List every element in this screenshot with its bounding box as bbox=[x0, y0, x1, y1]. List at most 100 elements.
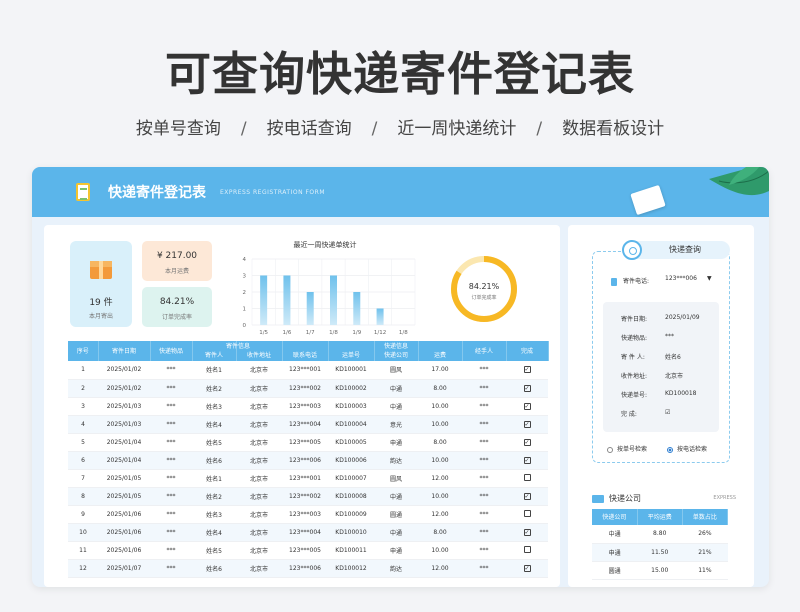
donut-label: 订单完成率 bbox=[471, 294, 496, 301]
completed-checkbox[interactable]: ✓ bbox=[523, 456, 531, 464]
completed-checkbox[interactable]: ✓ bbox=[523, 402, 531, 410]
table-cell: 123***005 bbox=[282, 433, 328, 452]
table-cell: *** bbox=[462, 487, 506, 506]
courier-tag: EXPRESS bbox=[713, 495, 736, 501]
table-cell: 2 bbox=[68, 379, 98, 398]
table-row: 8 2025/01/05 *** 姓名2 北京市 123***002 KD100008 中通 1… bbox=[68, 487, 548, 506]
completed-checkbox[interactable] bbox=[523, 545, 531, 553]
courier-cell: 圆通 bbox=[592, 561, 638, 580]
table-row: 7 2025/01/05 *** 姓名1 北京市 123***001 KD100007 圆风 1… bbox=[68, 469, 548, 488]
table-cell: 2025/01/04 bbox=[98, 433, 150, 452]
completed-checkbox[interactable]: ✓ bbox=[523, 564, 531, 572]
chevron-down-icon[interactable]: ▼ bbox=[707, 275, 712, 282]
x-tick-label: 1/12 bbox=[374, 330, 386, 336]
table-cell: 圆风 bbox=[374, 361, 418, 380]
registration-table: 序号 寄件日期 快递物品 寄件信息 寄件人 收件地址 联系电话 运单号 快递信息… bbox=[68, 341, 549, 578]
table-cell: 中通 bbox=[374, 523, 418, 542]
table-cell: 中通 bbox=[374, 397, 418, 416]
table-row: 5 2025/01/04 *** 姓名5 北京市 123***005 KD100005 申通 8… bbox=[68, 433, 548, 452]
detail-value: ☑ bbox=[665, 409, 671, 416]
table-cell: 2025/01/03 bbox=[98, 415, 150, 434]
completed-checkbox[interactable]: ✓ bbox=[523, 384, 531, 392]
table-cell: 8 bbox=[68, 487, 98, 506]
table-cell: 123***004 bbox=[282, 523, 328, 542]
completed-checkbox[interactable] bbox=[523, 473, 531, 481]
table-cell: KD100009 bbox=[328, 505, 374, 524]
completed-checkbox[interactable]: ✓ bbox=[523, 438, 531, 446]
table-cell: KD100005 bbox=[328, 433, 374, 452]
col-header-phone: 联系电话 bbox=[282, 341, 329, 361]
table-cell: *** bbox=[462, 379, 506, 398]
completed-checkbox[interactable] bbox=[523, 509, 531, 517]
radio-by-order[interactable]: 按单号检索 bbox=[607, 444, 647, 453]
courier-row: 中通 8.80 26% bbox=[592, 525, 728, 544]
detail-label: 收件地址: bbox=[621, 373, 648, 380]
table-cell: 2025/01/06 bbox=[98, 505, 150, 524]
table-cell: 6 bbox=[68, 451, 98, 470]
group-header-express-info: 快递信息 bbox=[383, 343, 408, 350]
x-tick-label: 1/6 bbox=[282, 330, 291, 336]
table-cell: 北京市 bbox=[236, 505, 282, 524]
table-cell: 韵达 bbox=[374, 451, 418, 470]
table-cell: 8.00 bbox=[418, 523, 462, 542]
table-cell: *** bbox=[150, 415, 192, 434]
table-cell: 11 bbox=[68, 541, 98, 560]
table-cell: ✓ bbox=[506, 433, 548, 452]
detail-value: KD100018 bbox=[665, 390, 697, 397]
truck-icon bbox=[592, 494, 604, 503]
header-banner: 快递寄件登记表 EXPRESS REGISTRATION FORM bbox=[32, 167, 769, 217]
completed-checkbox[interactable]: ✓ bbox=[523, 420, 531, 428]
completed-checkbox[interactable]: ✓ bbox=[523, 366, 531, 374]
table-cell: 2025/01/03 bbox=[98, 397, 150, 416]
table-cell: *** bbox=[150, 469, 192, 488]
table-cell: ✓ bbox=[506, 415, 548, 434]
table-cell: *** bbox=[462, 451, 506, 470]
table-cell: 2025/01/05 bbox=[98, 487, 150, 506]
table-cell: 2025/01/05 bbox=[98, 469, 150, 488]
table-cell: *** bbox=[150, 559, 192, 578]
table-cell: ✓ bbox=[506, 451, 548, 470]
table-cell: *** bbox=[150, 523, 192, 542]
detail-value: 姓名6 bbox=[665, 354, 681, 361]
col-header-courier-label: 快递公司 bbox=[383, 352, 408, 359]
table-cell: ✓ bbox=[506, 523, 548, 542]
detail-value: 2025/01/09 bbox=[665, 314, 700, 321]
table-cell: 17.00 bbox=[418, 361, 462, 380]
table-cell: 中通 bbox=[374, 379, 418, 398]
phone-select[interactable]: 123***006 bbox=[665, 275, 697, 282]
radio-by-phone[interactable]: 按电话检索 bbox=[667, 444, 707, 453]
table-cell: 10.00 bbox=[418, 415, 462, 434]
chart-bar bbox=[376, 308, 384, 325]
table-cell: 北京市 bbox=[236, 361, 282, 380]
table-row: 2 2025/01/02 *** 姓名2 北京市 123***002 KD100002 中通 8… bbox=[68, 379, 548, 398]
table-cell: KD100004 bbox=[328, 415, 374, 434]
chart-bar bbox=[330, 275, 337, 325]
radio-order-dot[interactable] bbox=[607, 446, 613, 453]
courier-cell: 11.50 bbox=[637, 543, 683, 562]
table-cell: *** bbox=[462, 433, 506, 452]
table-cell: KD100007 bbox=[328, 469, 374, 488]
completion-label: 订单完成率 bbox=[161, 314, 192, 321]
table-cell: *** bbox=[462, 361, 506, 380]
table-cell: 12 bbox=[68, 559, 98, 578]
table-cell: 1 bbox=[68, 361, 98, 380]
table-cell: 北京市 bbox=[236, 397, 282, 416]
radio-phone-dot[interactable] bbox=[667, 446, 673, 453]
table-cell: 意光 bbox=[374, 415, 418, 434]
y-tick-label: 2 bbox=[243, 290, 247, 296]
table-cell: *** bbox=[462, 541, 506, 560]
monthly-count-card: 19 件 本月寄出 bbox=[70, 241, 132, 327]
completed-checkbox[interactable]: ✓ bbox=[523, 492, 531, 500]
courier-cell: 8.80 bbox=[637, 525, 683, 544]
table-cell: 北京市 bbox=[236, 451, 282, 470]
completed-checkbox[interactable]: ✓ bbox=[523, 528, 531, 536]
detail-row: 寄件日期: 2025/01/09 bbox=[621, 314, 721, 323]
col-header-date: 寄件日期 bbox=[98, 341, 151, 361]
search-icon bbox=[622, 240, 642, 260]
table-cell: ✓ bbox=[506, 379, 548, 398]
table-cell: *** bbox=[150, 487, 192, 506]
query-result-card: 寄件日期: 2025/01/09 快递物品: *** 寄 件 人: 姓名6 收件地址: 北京市… bbox=[603, 302, 719, 432]
table-cell: *** bbox=[462, 505, 506, 524]
table-cell: KD100012 bbox=[328, 559, 374, 578]
courier-col-avg-fee: 平均运费 bbox=[637, 509, 683, 525]
